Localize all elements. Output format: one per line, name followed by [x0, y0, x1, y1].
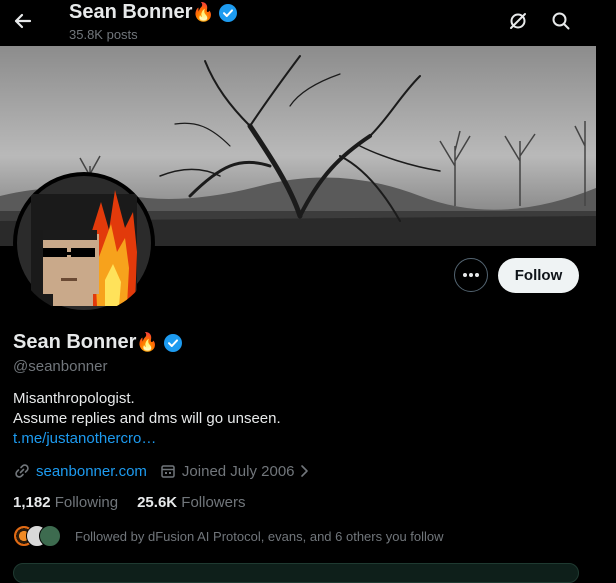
- follow-counts: 1,182 Following 25.6K Followers: [13, 494, 245, 511]
- page-scrollbar[interactable]: [596, 46, 616, 571]
- chevron-right-icon[interactable]: [298, 463, 312, 479]
- profile-meta: seanbonner.com Joined July 2006: [13, 462, 312, 480]
- bio-link[interactable]: t.me/justanothercro…: [13, 430, 156, 447]
- grok-icon: [510, 13, 526, 29]
- grok-button[interactable]: [503, 6, 533, 36]
- more-icon: [463, 273, 479, 277]
- fire-emoji: 🔥: [192, 2, 215, 22]
- verified-badge-icon[interactable]: [163, 333, 183, 353]
- bottom-card[interactable]: [13, 563, 579, 583]
- header-name: Sean Bonner: [69, 1, 193, 23]
- profile-bio: Misanthropologist. Assume replies and dm…: [13, 389, 281, 449]
- header-title: Sean Bonner 🔥: [69, 1, 238, 24]
- followers-count: 25.6K: [137, 494, 178, 511]
- calendar-icon: [161, 465, 175, 478]
- back-button[interactable]: [8, 6, 38, 36]
- back-arrow-icon: [14, 13, 32, 29]
- followers-link[interactable]: 25.6K Followers: [137, 494, 245, 511]
- profile-avatar[interactable]: [13, 172, 155, 314]
- search-icon: [552, 12, 570, 30]
- following-link[interactable]: 1,182 Following: [13, 494, 118, 511]
- bio-line: Misanthropologist.: [13, 390, 135, 407]
- followed-by-text: Followed by dFusion AI Protocol, evans, …: [75, 528, 444, 544]
- profile-handle: @seanbonner: [13, 358, 108, 375]
- follower-avatar: [39, 525, 61, 547]
- display-name-text: Sean Bonner: [13, 331, 137, 353]
- followers-label: Followers: [181, 494, 246, 511]
- bio-line: Assume replies and dms will go unseen.: [13, 410, 281, 427]
- header-posts-count: 35.8K posts: [69, 27, 138, 42]
- follow-button[interactable]: Follow: [498, 258, 579, 293]
- following-label: Following: [54, 494, 119, 511]
- followed-by[interactable]: Followed by dFusion AI Protocol, evans, …: [13, 525, 444, 547]
- following-count: 1,182: [13, 494, 51, 511]
- website-link[interactable]: seanbonner.com: [36, 463, 147, 480]
- link-icon: [15, 464, 29, 478]
- joined-date: Joined July 2006: [181, 462, 295, 480]
- verified-badge-icon: [218, 3, 237, 22]
- more-button[interactable]: [454, 258, 488, 292]
- top-bar: Sean Bonner 🔥 35.8K posts: [0, 0, 616, 46]
- fire-emoji: 🔥: [136, 332, 159, 352]
- avatar-image: [17, 176, 151, 310]
- search-button[interactable]: [546, 6, 576, 36]
- profile-display-name: Sean Bonner 🔥: [13, 331, 183, 354]
